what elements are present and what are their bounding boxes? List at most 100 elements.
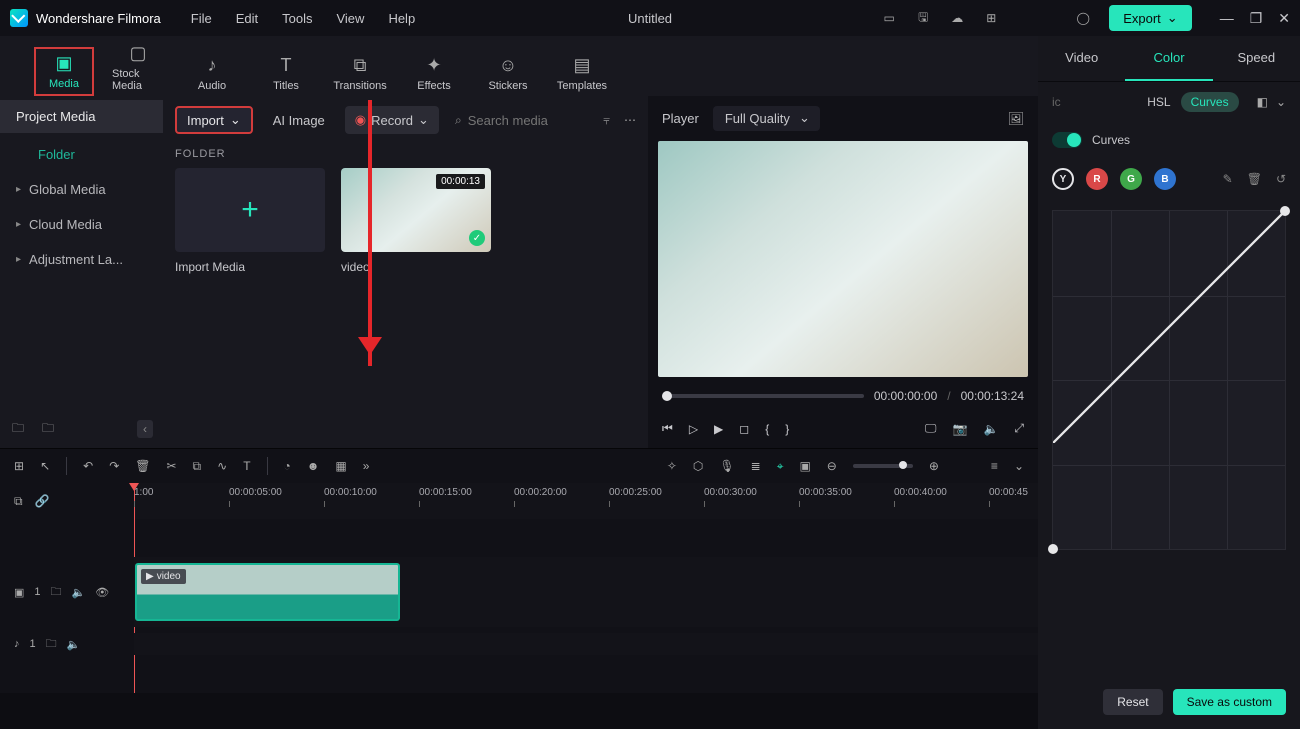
display-icon[interactable]: 🖵 (925, 421, 937, 436)
menu-help[interactable]: Help (388, 11, 415, 26)
channel-green[interactable]: G (1120, 168, 1142, 190)
timeline-ruler[interactable]: 1:00 00:00:05:00 00:00:10:00 00:00:15:00… (134, 483, 1038, 519)
track-mute-icon[interactable]: 🔈 (72, 586, 86, 599)
prev-frame-icon[interactable]: ⏮ (662, 421, 673, 436)
tab-speed[interactable]: Speed (1213, 36, 1300, 81)
quality-dropdown[interactable]: Full Quality (713, 106, 820, 131)
track-folder-icon[interactable]: 🗀 (51, 583, 62, 602)
undo-icon[interactable]: ↶ (83, 459, 93, 473)
zoom-out-icon[interactable]: ⊖ (827, 459, 837, 473)
apps-icon[interactable]: ⊞ (983, 10, 999, 26)
video-track[interactable]: ▶video (134, 557, 1038, 627)
device-icon[interactable]: ▭ (881, 10, 897, 26)
new-bin-icon[interactable]: 🗀 (40, 421, 56, 437)
tab-templates[interactable]: ▤ Templates (552, 51, 612, 96)
camera-icon[interactable]: 📷 (952, 422, 967, 436)
menu-tools[interactable]: Tools (282, 11, 312, 26)
track-visible-icon[interactable]: 👁 (95, 586, 109, 599)
delete-icon[interactable]: 🗑 (1247, 172, 1262, 186)
import-media-card[interactable]: + Import Media (175, 168, 325, 274)
zoom-in-icon[interactable]: ⊕ (929, 459, 939, 473)
eyedropper-icon[interactable]: ✎ (1223, 172, 1233, 186)
marker-icon[interactable]: ⌖ (777, 459, 784, 474)
subtab-curves[interactable]: Curves (1181, 92, 1239, 112)
compare-icon[interactable]: ◧ (1257, 95, 1268, 109)
delete-icon[interactable]: 🗑 (135, 459, 150, 473)
export-button[interactable]: Export⌄ (1109, 5, 1191, 31)
track-mute-icon[interactable]: 🔈 (67, 638, 81, 651)
more-icon[interactable]: ⋯ (624, 113, 636, 128)
shield-icon[interactable]: ⬡ (693, 459, 703, 473)
tl-grid-icon[interactable]: ⊞ (14, 459, 24, 473)
volume-icon[interactable]: 🔈 (983, 422, 998, 436)
color-icon[interactable]: ◔ (284, 459, 291, 473)
channel-red[interactable]: R (1086, 168, 1108, 190)
tab-video[interactable]: Video (1038, 36, 1125, 81)
play-icon[interactable]: ▶ (714, 422, 723, 436)
record-button[interactable]: ◉ Record ⌄ (345, 106, 439, 134)
mark-in-icon[interactable]: { (765, 422, 769, 436)
mark-out-icon[interactable]: } (785, 422, 789, 436)
collapse-sidebar-icon[interactable]: ‹ (137, 420, 153, 438)
channel-luma[interactable]: Y (1052, 168, 1074, 190)
project-media-item[interactable]: Project Media (0, 100, 163, 133)
curves-toggle[interactable] (1052, 132, 1082, 148)
new-folder-icon[interactable]: 🗀 (10, 421, 26, 437)
mixer-icon[interactable]: ≣ (751, 459, 761, 473)
undo-icon[interactable]: ↺ (1276, 172, 1286, 186)
import-button[interactable]: Import⌄ (175, 106, 253, 134)
crop-icon[interactable]: ⧉ (193, 459, 202, 474)
audio-track[interactable] (134, 633, 1038, 655)
magnet-icon[interactable]: ⧉ (14, 494, 23, 509)
tab-titles[interactable]: T Titles (256, 51, 316, 96)
subtab-hsl[interactable]: HSL (1147, 95, 1170, 109)
minimize-icon[interactable]: — (1220, 10, 1234, 27)
tab-transitions[interactable]: ⧉ Transitions (330, 51, 390, 96)
tab-color[interactable]: Color (1125, 36, 1212, 81)
filter-icon[interactable]: ⫧ (603, 113, 610, 128)
tab-media[interactable]: ▣ Media (34, 47, 94, 96)
sidebar-item-global-media[interactable]: Global Media (0, 172, 163, 207)
stop-icon[interactable]: ◻ (739, 422, 749, 436)
link-icon[interactable]: 🔗 (35, 494, 50, 508)
speed-icon[interactable]: ∿ (217, 459, 227, 473)
account-icon[interactable]: ◯ (1075, 10, 1091, 26)
tracks-icon[interactable]: ≡ (991, 459, 998, 473)
chevron-down-icon[interactable]: ⌄ (1014, 459, 1024, 473)
tab-stickers[interactable]: ☺ Stickers (478, 51, 538, 96)
menu-view[interactable]: View (336, 11, 364, 26)
save-icon[interactable]: 🖫 (915, 10, 931, 26)
render-icon[interactable]: ▣ (799, 459, 810, 473)
zoom-slider[interactable] (853, 464, 913, 468)
menu-file[interactable]: File (191, 11, 212, 26)
preview-slider[interactable] (662, 394, 864, 398)
snapshot-icon[interactable]: 🖼 (1008, 111, 1024, 127)
timeline-clip[interactable]: ▶video (135, 563, 400, 621)
close-icon[interactable]: ✕ (1278, 10, 1290, 27)
play-stop-icon[interactable]: ▷ (689, 422, 698, 436)
more-icon[interactable]: » (363, 459, 370, 473)
curves-editor[interactable] (1052, 210, 1286, 550)
track-folder-icon[interactable]: 🗀 (46, 635, 57, 654)
media-clip-card[interactable]: 00:00:13 ✓ video (341, 168, 491, 274)
tab-audio[interactable]: ♪ Audio (182, 51, 242, 96)
tab-stock-media[interactable]: ▢ Stock Media (108, 39, 168, 96)
split-icon[interactable]: ✂ (166, 459, 176, 473)
folder-item[interactable]: Folder (0, 137, 163, 172)
redo-icon[interactable]: ↷ (109, 459, 119, 473)
sidebar-item-adjustment-layer[interactable]: Adjustment La... (0, 242, 163, 277)
sidebar-item-cloud-media[interactable]: Cloud Media (0, 207, 163, 242)
text-icon[interactable]: T (243, 459, 250, 473)
menu-edit[interactable]: Edit (236, 11, 258, 26)
keyframe-icon[interactable]: ✧ (667, 459, 677, 473)
ai-image-button[interactable]: AI Image (263, 107, 335, 134)
search-input[interactable] (468, 113, 588, 128)
fullscreen-icon[interactable]: ⤢ (1014, 421, 1024, 436)
chevron-down-icon[interactable]: ⌄ (1276, 95, 1286, 109)
preview-canvas[interactable] (658, 141, 1028, 377)
mask-icon[interactable]: ☻ (307, 459, 320, 473)
adjust-icon[interactable]: ▦ (335, 459, 346, 473)
tl-select-icon[interactable]: ↖ (40, 459, 50, 473)
maximize-icon[interactable]: ❐ (1250, 10, 1263, 27)
channel-blue[interactable]: B (1154, 168, 1176, 190)
